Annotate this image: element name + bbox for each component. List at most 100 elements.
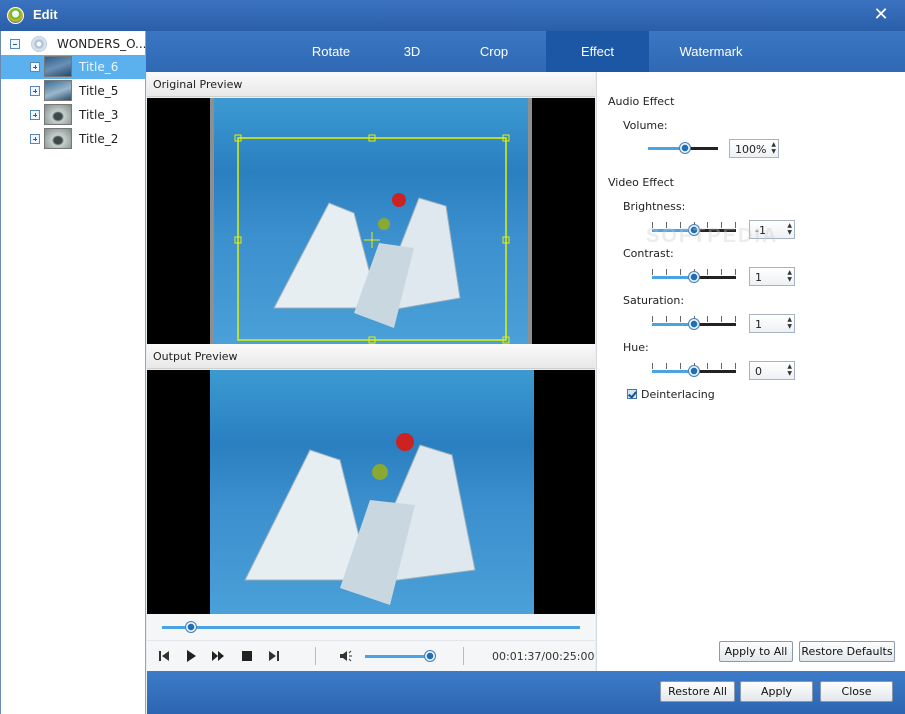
playback-time: 00:01:37/00:25:00 (492, 650, 595, 663)
slider-tick (666, 363, 667, 369)
tab-watermark[interactable]: Watermark (656, 31, 766, 72)
spinner-arrows-icon[interactable]: ▲ ▼ (787, 222, 792, 236)
expand-icon[interactable] (30, 86, 40, 96)
seek-handle[interactable] (185, 621, 198, 633)
volume-icon[interactable] (339, 649, 353, 663)
slider-tick (707, 316, 708, 322)
skip-back-icon[interactable] (157, 649, 171, 663)
output-video-frame (210, 370, 534, 614)
boat-scene-output (244, 433, 476, 605)
slider-tick (652, 316, 653, 322)
audio-effect-heading: Audio Effect (608, 95, 675, 108)
player-controls: 00:01:37/00:25:00 (147, 640, 595, 671)
apply-to-all-button[interactable]: Apply to All (719, 641, 793, 662)
tree-item-label: Title_5 (79, 84, 119, 98)
slider-tick (735, 363, 736, 369)
slider-tick (680, 269, 681, 275)
close-button[interactable]: Close (820, 681, 893, 702)
tab-effect[interactable]: Effect (546, 31, 649, 72)
app-logo-icon (7, 7, 24, 24)
contrast-label: Contrast: (623, 247, 674, 260)
slider-tick (707, 363, 708, 369)
play-icon[interactable] (184, 649, 198, 663)
apply-button[interactable]: Apply (740, 681, 813, 702)
effect-settings-panel: Audio Effect Volume: 100% ▲ ▼ Video Effect… (596, 72, 905, 671)
slider-tick (680, 363, 681, 369)
title-thumbnail (44, 104, 72, 125)
deinterlacing-label: Deinterlacing (641, 388, 715, 401)
output-preview-header: Output Preview (147, 344, 595, 369)
bottom-action-bar: Restore All Apply Close (147, 671, 905, 714)
slider-tick (721, 269, 722, 275)
spinner-arrows-icon[interactable]: ▲ ▼ (787, 316, 792, 330)
tab-crop[interactable]: Crop (448, 31, 540, 72)
saturation-label: Saturation: (623, 294, 685, 307)
output-preview (147, 370, 595, 614)
tree-item-title-5[interactable]: Title_5 (1, 79, 146, 103)
title-thumbnail (44, 80, 72, 101)
tree-item-title-2[interactable]: Title_2 (1, 127, 146, 151)
deinterlacing-checkbox[interactable] (627, 389, 637, 399)
player-volume-handle[interactable] (424, 650, 437, 662)
original-preview-header: Original Preview (147, 72, 595, 97)
saturation-spinner[interactable]: 1 ▲ ▼ (749, 314, 795, 333)
slider-tick (680, 316, 681, 322)
title-bar: Edit ✕ (0, 0, 905, 31)
disc-icon (31, 36, 47, 52)
slider-tick (652, 363, 653, 369)
volume-spinner[interactable]: 100% ▲ ▼ (729, 139, 779, 158)
title-thumbnail (44, 128, 72, 149)
volume-value: 100% (735, 143, 767, 156)
hue-spinner[interactable]: 0 ▲ ▼ (749, 361, 795, 380)
window-title: Edit (33, 7, 58, 22)
slider-tick (735, 316, 736, 322)
collapse-icon[interactable] (10, 39, 20, 49)
contrast-value: 1 (755, 271, 762, 284)
seek-slider[interactable] (162, 626, 580, 629)
tab-rotate[interactable]: Rotate (286, 31, 376, 72)
brightness-label: Brightness: (623, 200, 686, 213)
spinner-arrows-icon[interactable]: ▲ ▼ (787, 269, 792, 283)
spinner-arrows-icon[interactable]: ▲ ▼ (771, 141, 776, 155)
volume-slider-handle[interactable] (679, 142, 691, 154)
stop-icon[interactable] (240, 649, 254, 663)
separator (315, 647, 316, 665)
slider-tick (652, 269, 653, 275)
hue-value: 0 (755, 365, 762, 378)
title-tree: WONDERS_O... Title_6 Title_5 Title_3 Tit… (0, 31, 146, 714)
expand-icon[interactable] (30, 62, 40, 72)
tree-item-title-6[interactable]: Title_6 (1, 55, 146, 79)
slider-tick (721, 316, 722, 322)
tree-item-title-3[interactable]: Title_3 (1, 103, 146, 127)
title-thumbnail (44, 56, 72, 77)
boat-scene-original (234, 134, 510, 344)
video-effect-heading: Video Effect (608, 176, 674, 189)
tab-3d[interactable]: 3D (376, 31, 448, 72)
seek-bar-area (147, 614, 595, 640)
slider-tick (721, 363, 722, 369)
hue-label: Hue: (623, 341, 649, 354)
saturation-value: 1 (755, 318, 762, 331)
expand-icon[interactable] (30, 134, 40, 144)
slider-tick (735, 269, 736, 275)
slider-tick (707, 269, 708, 275)
contrast-slider-handle[interactable] (688, 271, 700, 283)
hue-slider-handle[interactable] (688, 365, 700, 377)
close-window-button[interactable]: ✕ (871, 4, 891, 26)
spinner-arrows-icon[interactable]: ▲ ▼ (787, 363, 792, 377)
softpedia-watermark: SOFTPEDIA (646, 225, 779, 247)
edit-tabs: Rotate 3D Crop Effect Watermark (146, 31, 905, 72)
tree-item-label: Title_6 (79, 60, 119, 74)
tree-item-label: Title_2 (79, 132, 119, 146)
original-video-frame (210, 98, 532, 344)
saturation-slider-handle[interactable] (688, 318, 700, 330)
fast-forward-icon[interactable] (211, 649, 225, 663)
skip-forward-icon[interactable] (267, 649, 281, 663)
restore-defaults-button[interactable]: Restore Defaults (799, 641, 895, 662)
contrast-spinner[interactable]: 1 ▲ ▼ (749, 267, 795, 286)
separator (463, 647, 464, 665)
restore-all-button[interactable]: Restore All (660, 681, 735, 702)
tree-root-item[interactable]: WONDERS_O... (1, 32, 146, 56)
expand-icon[interactable] (30, 110, 40, 120)
volume-label: Volume: (623, 119, 668, 132)
